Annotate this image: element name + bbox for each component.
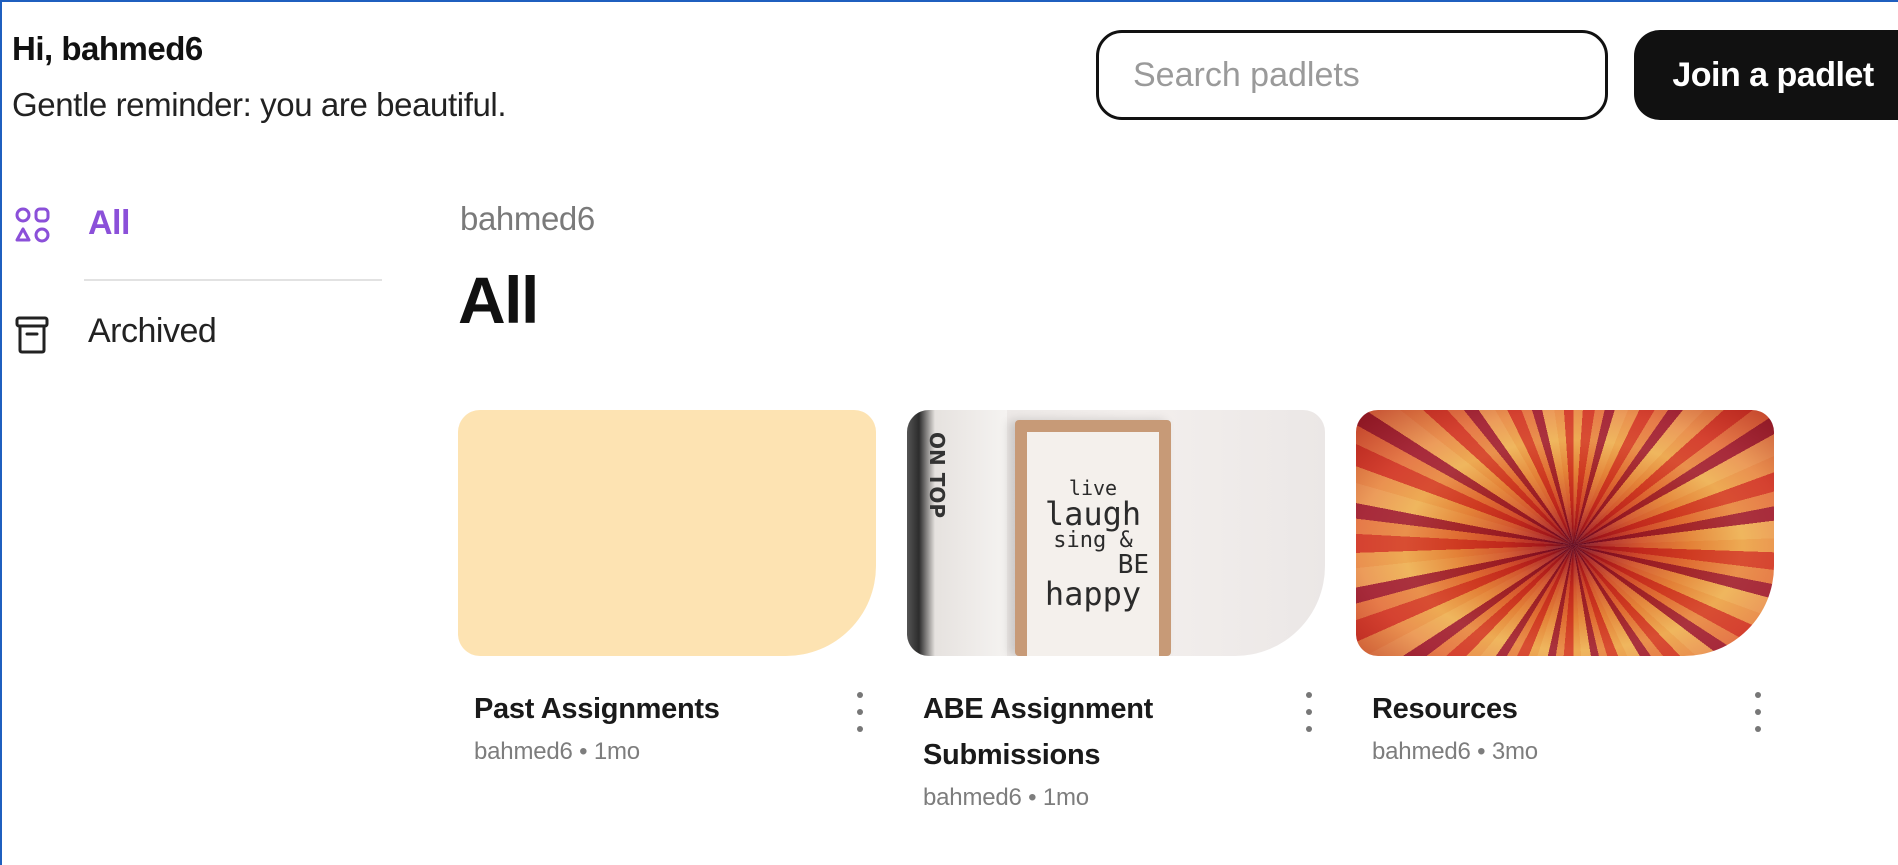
card-info: Resources bahmed6 • 3mo [1372,686,1772,766]
padlet-card[interactable]: ON TOP live laugh sing & BE happy ABE As… [907,410,1325,811]
card-thumbnail[interactable]: ON TOP live laugh sing & BE happy [907,410,1325,656]
page-title: All [458,263,539,337]
section-owner: bahmed6 [460,200,595,237]
padlet-card[interactable]: Past Assignments bahmed6 • 1mo [458,410,876,765]
card-thumbnail[interactable] [458,410,876,656]
sidebar-item-label: All [88,204,130,242]
card-thumbnail[interactable] [1356,410,1774,656]
sign-line: sing & [1053,528,1133,553]
search-input[interactable] [1133,55,1605,95]
sign-text: live laugh sing & BE happy [1027,432,1159,656]
card-info: ABE Assignment Submissions bahmed6 • 1mo [923,686,1323,812]
greeting-block: Hi, bahmed6 Gentle reminder: you are bea… [12,30,507,124]
sidebar-item-all[interactable]: All [0,202,390,252]
shapes-icon [15,207,50,243]
card-meta: bahmed6 • 1mo [474,738,640,765]
more-options-icon[interactable] [1299,692,1319,732]
picture-frame-image: live laugh sing & BE happy [1015,420,1171,656]
sidebar-divider [84,279,382,281]
greeting-title: Hi, bahmed6 [12,30,203,67]
more-options-icon[interactable] [1748,692,1768,732]
search-box[interactable] [1096,30,1608,120]
card-meta: bahmed6 • 3mo [1372,738,1538,765]
more-options-icon[interactable] [850,692,870,732]
sign-line: happy [1044,575,1142,613]
card-meta: bahmed6 • 1mo [923,784,1089,811]
join-padlet-button[interactable]: Join a padlet [1634,30,1898,120]
card-title[interactable]: Past Assignments [474,686,794,732]
sign-line: laugh [1044,495,1142,533]
card-title[interactable]: Resources [1372,686,1692,732]
archive-box-icon [15,316,49,354]
card-info: Past Assignments bahmed6 • 1mo [474,686,874,766]
sidebar-item-label: Archived [88,312,217,350]
book-spine-text: ON TOP [925,432,949,519]
padlet-card[interactable]: Resources bahmed6 • 3mo [1356,410,1774,765]
card-title[interactable]: ABE Assignment Submissions [923,686,1243,778]
sidebar-item-archived[interactable]: Archived [0,310,390,360]
greeting-subtitle: Gentle reminder: you are beautiful. [12,86,507,123]
book-image: ON TOP [907,410,1007,656]
